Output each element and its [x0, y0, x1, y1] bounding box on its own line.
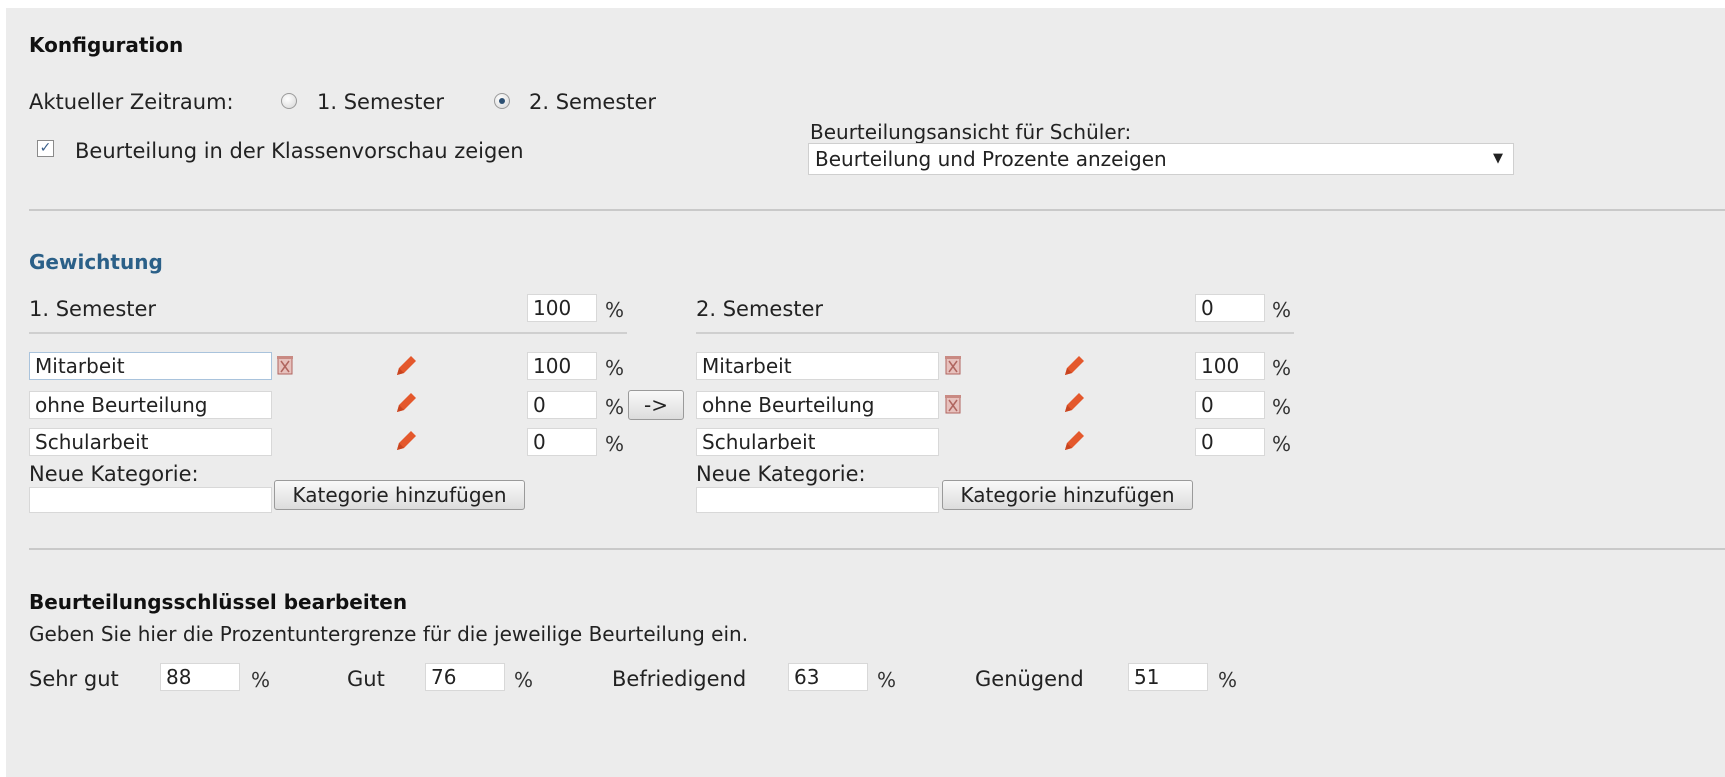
- delete-icon[interactable]: [945, 394, 961, 414]
- student-view-select-value: Beurteilung und Prozente anzeigen: [815, 147, 1167, 171]
- semester1-new-category-label: Neue Kategorie:: [29, 462, 199, 486]
- radio-semester-1[interactable]: [281, 93, 297, 109]
- student-view-select[interactable]: Beurteilung und Prozente anzeigen ▼: [808, 143, 1514, 175]
- semester1-category-value[interactable]: 0: [527, 391, 597, 419]
- weighting-heading: Gewichtung: [29, 250, 163, 274]
- semester2-title: 2. Semester: [696, 297, 824, 321]
- semester1-new-category-input[interactable]: [29, 487, 272, 513]
- copy-weighting-button[interactable]: ->: [628, 390, 684, 420]
- grade-label-gut: Gut: [347, 667, 385, 691]
- grading-description: Geben Sie hier die Prozentuntergrenze fü…: [29, 622, 749, 646]
- grade-label-sehr-gut: Sehr gut: [29, 667, 119, 691]
- semester2-add-category-button[interactable]: Kategorie hinzufügen: [942, 480, 1193, 510]
- section-divider: [29, 548, 1725, 550]
- grade-input-genuegend[interactable]: 51: [1128, 663, 1208, 691]
- pencil-icon[interactable]: [1061, 428, 1087, 454]
- grading-heading: Beurteilungsschlüssel bearbeiten: [29, 590, 408, 614]
- percent-sign: %: [1272, 298, 1292, 322]
- pencil-icon[interactable]: [393, 428, 419, 454]
- grade-input-sehr-gut[interactable]: 88: [160, 663, 240, 691]
- classpreview-checkbox[interactable]: ✓: [37, 140, 54, 157]
- pencil-icon[interactable]: [393, 353, 419, 379]
- percent-sign: %: [605, 356, 625, 380]
- percent-sign: %: [605, 298, 625, 322]
- radio-semester-2[interactable]: [494, 93, 510, 109]
- student-view-label: Beurteilungsansicht für Schüler:: [810, 120, 1132, 144]
- chevron-down-icon: ▼: [1493, 151, 1503, 166]
- percent-sign: %: [514, 668, 534, 692]
- grade-input-gut[interactable]: 76: [425, 663, 505, 691]
- delete-icon[interactable]: [945, 355, 961, 375]
- percent-sign: %: [877, 668, 897, 692]
- grade-label-befriedigend: Befriedigend: [612, 667, 747, 691]
- semester2-category-value[interactable]: 0: [1195, 391, 1265, 419]
- semester1-category-name[interactable]: Schularbeit: [29, 428, 272, 456]
- percent-sign: %: [1272, 395, 1292, 419]
- semester1-category-value[interactable]: 100: [527, 352, 597, 380]
- pencil-icon[interactable]: [1061, 390, 1087, 416]
- semester1-add-category-button[interactable]: Kategorie hinzufügen: [274, 480, 525, 510]
- percent-sign: %: [251, 668, 271, 692]
- grade-label-genuegend: Genügend: [975, 667, 1084, 691]
- section-divider: [29, 209, 1725, 211]
- period-label: Aktueller Zeitraum:: [29, 90, 234, 114]
- grade-input-befriedigend[interactable]: 63: [788, 663, 868, 691]
- delete-icon[interactable]: [277, 355, 293, 375]
- percent-sign: %: [1272, 432, 1292, 456]
- semester2-category-value[interactable]: 0: [1195, 428, 1265, 456]
- percent-sign: %: [1218, 668, 1238, 692]
- semester1-total-input[interactable]: 100: [527, 294, 597, 322]
- semester2-total-input[interactable]: 0: [1195, 294, 1265, 322]
- radio-semester-1-label[interactable]: 1. Semester: [317, 90, 444, 114]
- semester2-category-value[interactable]: 100: [1195, 352, 1265, 380]
- radio-semester-2-label[interactable]: 2. Semester: [529, 90, 656, 114]
- pencil-icon[interactable]: [393, 390, 419, 416]
- semester2-category-name[interactable]: Schularbeit: [696, 428, 939, 456]
- classpreview-checkbox-label[interactable]: Beurteilung in der Klassenvorschau zeige…: [75, 139, 524, 163]
- config-heading: Konfiguration: [29, 33, 184, 57]
- percent-sign: %: [605, 432, 625, 456]
- semester2-category-name[interactable]: Mitarbeit: [696, 352, 939, 380]
- semester2-divider: [696, 332, 1294, 334]
- semester1-category-value[interactable]: 0: [527, 428, 597, 456]
- semester1-category-name[interactable]: ohne Beurteilung: [29, 391, 272, 419]
- semester1-category-name[interactable]: Mitarbeit: [29, 352, 272, 380]
- semester2-new-category-label: Neue Kategorie:: [696, 462, 866, 486]
- percent-sign: %: [605, 395, 625, 419]
- pencil-icon[interactable]: [1061, 353, 1087, 379]
- semester2-new-category-input[interactable]: [696, 487, 939, 513]
- semester2-category-name[interactable]: ohne Beurteilung: [696, 391, 939, 419]
- semester1-title: 1. Semester: [29, 297, 157, 321]
- semester1-divider: [29, 332, 627, 334]
- percent-sign: %: [1272, 356, 1292, 380]
